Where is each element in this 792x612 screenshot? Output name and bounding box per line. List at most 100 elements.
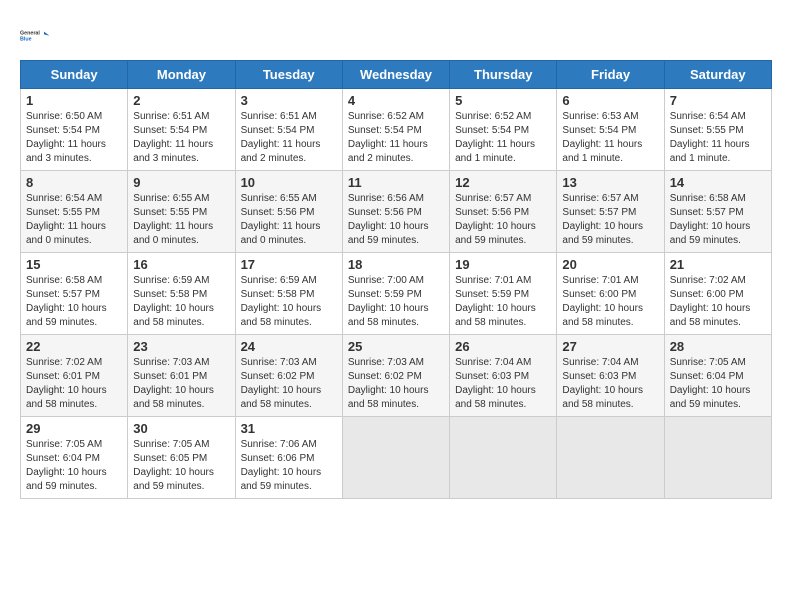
day-number: 26 xyxy=(455,339,551,354)
day-info: Sunrise: 6:52 AMSunset: 5:54 PMDaylight:… xyxy=(455,111,535,164)
day-info: Sunrise: 7:02 AMSunset: 6:00 PMDaylight:… xyxy=(670,275,751,328)
day-info: Sunrise: 6:54 AMSunset: 5:55 PMDaylight:… xyxy=(26,193,106,246)
day-number: 10 xyxy=(241,175,337,190)
day-info: Sunrise: 7:05 AMSunset: 6:05 PMDaylight:… xyxy=(133,439,214,492)
day-number: 31 xyxy=(241,421,337,436)
day-cell: 29 Sunrise: 7:05 AMSunset: 6:04 PMDaylig… xyxy=(21,417,128,499)
page-header: GeneralBlue xyxy=(20,20,772,50)
day-info: Sunrise: 7:02 AMSunset: 6:01 PMDaylight:… xyxy=(26,357,107,410)
day-number: 1 xyxy=(26,93,122,108)
day-cell: 2 Sunrise: 6:51 AMSunset: 5:54 PMDayligh… xyxy=(128,89,235,171)
day-cell: 20 Sunrise: 7:01 AMSunset: 6:00 PMDaylig… xyxy=(557,253,664,335)
logo: GeneralBlue xyxy=(20,20,50,50)
day-number: 20 xyxy=(562,257,658,272)
day-number: 29 xyxy=(26,421,122,436)
day-number: 15 xyxy=(26,257,122,272)
day-cell: 9 Sunrise: 6:55 AMSunset: 5:55 PMDayligh… xyxy=(128,171,235,253)
day-info: Sunrise: 7:03 AMSunset: 6:02 PMDaylight:… xyxy=(348,357,429,410)
day-cell: 28 Sunrise: 7:05 AMSunset: 6:04 PMDaylig… xyxy=(664,335,771,417)
day-number: 2 xyxy=(133,93,229,108)
calendar-table: SundayMondayTuesdayWednesdayThursdayFrid… xyxy=(20,60,772,499)
day-number: 22 xyxy=(26,339,122,354)
day-number: 13 xyxy=(562,175,658,190)
day-info: Sunrise: 7:04 AMSunset: 6:03 PMDaylight:… xyxy=(455,357,536,410)
day-cell: 10 Sunrise: 6:55 AMSunset: 5:56 PMDaylig… xyxy=(235,171,342,253)
day-number: 5 xyxy=(455,93,551,108)
day-cell xyxy=(342,417,449,499)
day-number: 8 xyxy=(26,175,122,190)
day-number: 3 xyxy=(241,93,337,108)
day-info: Sunrise: 7:00 AMSunset: 5:59 PMDaylight:… xyxy=(348,275,429,328)
week-row-1: 1 Sunrise: 6:50 AMSunset: 5:54 PMDayligh… xyxy=(21,89,772,171)
day-cell: 13 Sunrise: 6:57 AMSunset: 5:57 PMDaylig… xyxy=(557,171,664,253)
day-number: 19 xyxy=(455,257,551,272)
weekday-header-wednesday: Wednesday xyxy=(342,61,449,89)
day-cell xyxy=(664,417,771,499)
day-cell: 31 Sunrise: 7:06 AMSunset: 6:06 PMDaylig… xyxy=(235,417,342,499)
day-info: Sunrise: 6:55 AMSunset: 5:55 PMDaylight:… xyxy=(133,193,213,246)
day-number: 14 xyxy=(670,175,766,190)
day-info: Sunrise: 6:55 AMSunset: 5:56 PMDaylight:… xyxy=(241,193,321,246)
day-info: Sunrise: 6:51 AMSunset: 5:54 PMDaylight:… xyxy=(133,111,213,164)
weekday-header-monday: Monday xyxy=(128,61,235,89)
day-info: Sunrise: 7:01 AMSunset: 5:59 PMDaylight:… xyxy=(455,275,536,328)
day-info: Sunrise: 7:06 AMSunset: 6:06 PMDaylight:… xyxy=(241,439,322,492)
day-cell: 8 Sunrise: 6:54 AMSunset: 5:55 PMDayligh… xyxy=(21,171,128,253)
day-cell: 3 Sunrise: 6:51 AMSunset: 5:54 PMDayligh… xyxy=(235,89,342,171)
day-cell: 14 Sunrise: 6:58 AMSunset: 5:57 PMDaylig… xyxy=(664,171,771,253)
day-info: Sunrise: 6:57 AMSunset: 5:56 PMDaylight:… xyxy=(455,193,536,246)
day-number: 23 xyxy=(133,339,229,354)
day-info: Sunrise: 7:05 AMSunset: 6:04 PMDaylight:… xyxy=(26,439,107,492)
day-info: Sunrise: 7:01 AMSunset: 6:00 PMDaylight:… xyxy=(562,275,643,328)
day-number: 30 xyxy=(133,421,229,436)
day-number: 4 xyxy=(348,93,444,108)
day-cell xyxy=(450,417,557,499)
day-cell: 30 Sunrise: 7:05 AMSunset: 6:05 PMDaylig… xyxy=(128,417,235,499)
day-number: 12 xyxy=(455,175,551,190)
day-info: Sunrise: 6:51 AMSunset: 5:54 PMDaylight:… xyxy=(241,111,321,164)
week-row-3: 15 Sunrise: 6:58 AMSunset: 5:57 PMDaylig… xyxy=(21,253,772,335)
day-cell: 25 Sunrise: 7:03 AMSunset: 6:02 PMDaylig… xyxy=(342,335,449,417)
day-number: 17 xyxy=(241,257,337,272)
day-number: 9 xyxy=(133,175,229,190)
weekday-header-friday: Friday xyxy=(557,61,664,89)
day-info: Sunrise: 6:50 AMSunset: 5:54 PMDaylight:… xyxy=(26,111,106,164)
day-info: Sunrise: 7:04 AMSunset: 6:03 PMDaylight:… xyxy=(562,357,643,410)
day-cell: 11 Sunrise: 6:56 AMSunset: 5:56 PMDaylig… xyxy=(342,171,449,253)
day-cell: 24 Sunrise: 7:03 AMSunset: 6:02 PMDaylig… xyxy=(235,335,342,417)
week-row-2: 8 Sunrise: 6:54 AMSunset: 5:55 PMDayligh… xyxy=(21,171,772,253)
day-cell: 5 Sunrise: 6:52 AMSunset: 5:54 PMDayligh… xyxy=(450,89,557,171)
day-cell: 12 Sunrise: 6:57 AMSunset: 5:56 PMDaylig… xyxy=(450,171,557,253)
day-cell: 27 Sunrise: 7:04 AMSunset: 6:03 PMDaylig… xyxy=(557,335,664,417)
day-info: Sunrise: 6:52 AMSunset: 5:54 PMDaylight:… xyxy=(348,111,428,164)
day-info: Sunrise: 6:59 AMSunset: 5:58 PMDaylight:… xyxy=(133,275,214,328)
day-number: 18 xyxy=(348,257,444,272)
day-info: Sunrise: 6:54 AMSunset: 5:55 PMDaylight:… xyxy=(670,111,750,164)
day-cell: 15 Sunrise: 6:58 AMSunset: 5:57 PMDaylig… xyxy=(21,253,128,335)
day-cell: 1 Sunrise: 6:50 AMSunset: 5:54 PMDayligh… xyxy=(21,89,128,171)
day-info: Sunrise: 6:58 AMSunset: 5:57 PMDaylight:… xyxy=(26,275,107,328)
week-row-5: 29 Sunrise: 7:05 AMSunset: 6:04 PMDaylig… xyxy=(21,417,772,499)
day-cell: 19 Sunrise: 7:01 AMSunset: 5:59 PMDaylig… xyxy=(450,253,557,335)
logo-icon: GeneralBlue xyxy=(20,20,50,50)
day-number: 11 xyxy=(348,175,444,190)
day-number: 21 xyxy=(670,257,766,272)
day-cell: 21 Sunrise: 7:02 AMSunset: 6:00 PMDaylig… xyxy=(664,253,771,335)
day-info: Sunrise: 7:03 AMSunset: 6:01 PMDaylight:… xyxy=(133,357,214,410)
day-cell: 18 Sunrise: 7:00 AMSunset: 5:59 PMDaylig… xyxy=(342,253,449,335)
day-cell: 23 Sunrise: 7:03 AMSunset: 6:01 PMDaylig… xyxy=(128,335,235,417)
day-cell: 4 Sunrise: 6:52 AMSunset: 5:54 PMDayligh… xyxy=(342,89,449,171)
day-number: 24 xyxy=(241,339,337,354)
day-cell: 17 Sunrise: 6:59 AMSunset: 5:58 PMDaylig… xyxy=(235,253,342,335)
week-row-4: 22 Sunrise: 7:02 AMSunset: 6:01 PMDaylig… xyxy=(21,335,772,417)
day-info: Sunrise: 6:58 AMSunset: 5:57 PMDaylight:… xyxy=(670,193,751,246)
weekday-header-thursday: Thursday xyxy=(450,61,557,89)
day-cell: 26 Sunrise: 7:04 AMSunset: 6:03 PMDaylig… xyxy=(450,335,557,417)
day-cell: 6 Sunrise: 6:53 AMSunset: 5:54 PMDayligh… xyxy=(557,89,664,171)
day-info: Sunrise: 6:57 AMSunset: 5:57 PMDaylight:… xyxy=(562,193,643,246)
day-number: 27 xyxy=(562,339,658,354)
weekday-header-tuesday: Tuesday xyxy=(235,61,342,89)
svg-text:Blue: Blue xyxy=(20,36,32,42)
day-cell: 16 Sunrise: 6:59 AMSunset: 5:58 PMDaylig… xyxy=(128,253,235,335)
day-number: 16 xyxy=(133,257,229,272)
